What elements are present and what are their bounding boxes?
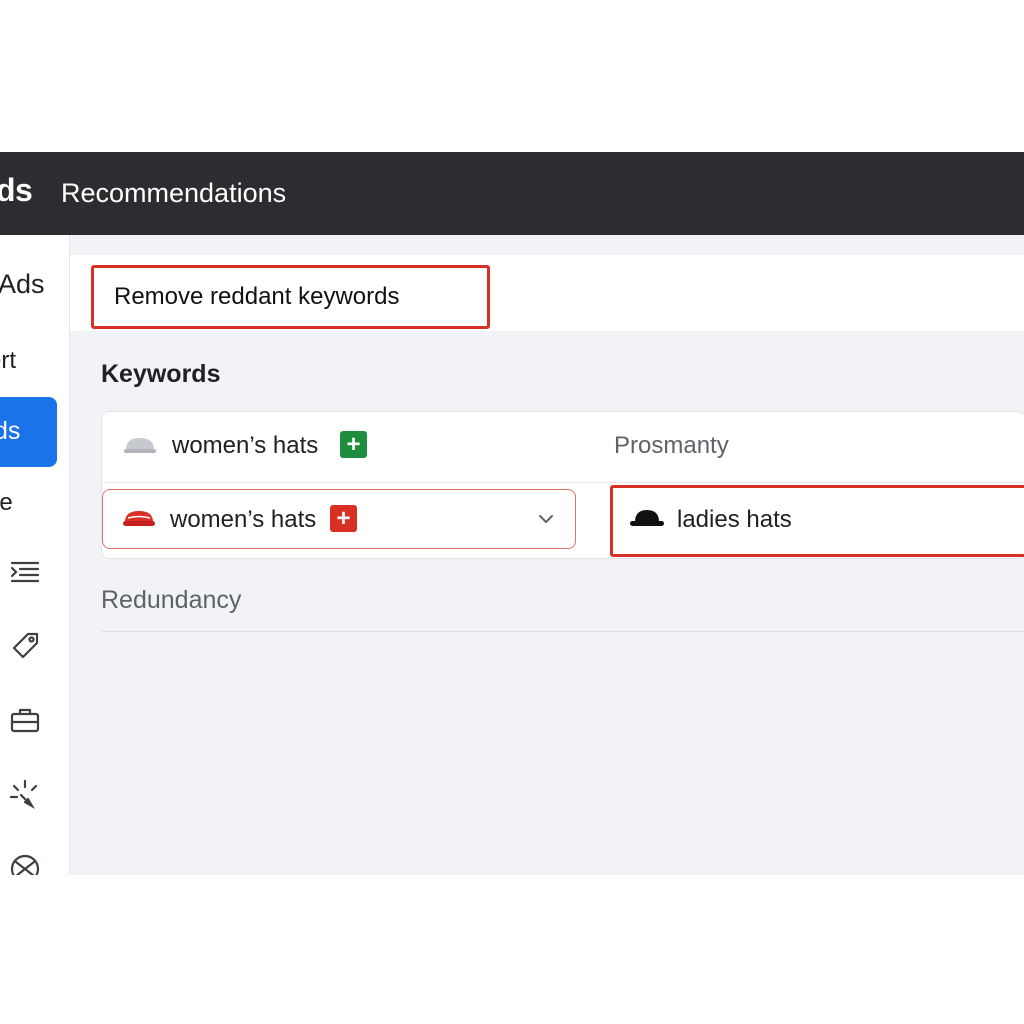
briefcase-icon[interactable]	[8, 703, 42, 737]
sidebar-item-age[interactable]: ge	[0, 489, 13, 517]
column-header: Prosmanty	[614, 432, 729, 459]
add-keyword-button[interactable]: +	[340, 431, 367, 458]
recommendation-card[interactable]: Remove reddant keywords	[91, 265, 490, 329]
sidebar: Ads ert ds ge	[0, 235, 70, 875]
matched-keyword-text: ladies hats	[677, 506, 792, 533]
page-title: Recommendations	[61, 178, 287, 208]
hat-icon	[121, 506, 157, 530]
recommendation-title: Remove reddant keywords	[114, 283, 400, 310]
redundancy-label: Redundancy	[101, 586, 242, 614]
list-icon[interactable]	[8, 555, 42, 589]
sidebar-item-keywords-active[interactable]: ds	[0, 397, 57, 467]
sparkle-icon[interactable]	[8, 778, 42, 812]
sidebar-item-ads[interactable]: Ads	[0, 269, 45, 300]
divider	[101, 631, 1024, 632]
keyword-dropdown[interactable]: women’s hats +	[102, 489, 576, 549]
keyword-text: women’s hats	[172, 432, 319, 459]
sidebar-item-alert[interactable]: ert	[0, 347, 16, 375]
recommendation-banner: Remove reddant keywords	[70, 255, 1024, 331]
keyword-text: women’s hats	[170, 506, 317, 533]
redundant-keyword-match[interactable]: ladies hats	[610, 485, 1024, 557]
chevron-down-icon[interactable]	[535, 508, 557, 530]
hat-icon	[122, 433, 158, 457]
product-logo-text[interactable]: ds	[0, 172, 33, 209]
tool-icon[interactable]	[8, 852, 42, 875]
main-panel: Remove reddant keywords Keywords women’s…	[70, 235, 1024, 875]
keywords-heading: Keywords	[101, 360, 221, 388]
top-bar: ds Recommendations	[0, 152, 1024, 235]
sidebar-item-label: ds	[0, 417, 21, 445]
keyword-badge[interactable]: +	[330, 505, 357, 532]
keywords-table: women’s hats + Prosmanty women’s hats +	[101, 411, 1024, 559]
hat-icon	[629, 506, 665, 530]
row-divider	[102, 482, 1024, 483]
tag-icon[interactable]	[8, 628, 42, 662]
